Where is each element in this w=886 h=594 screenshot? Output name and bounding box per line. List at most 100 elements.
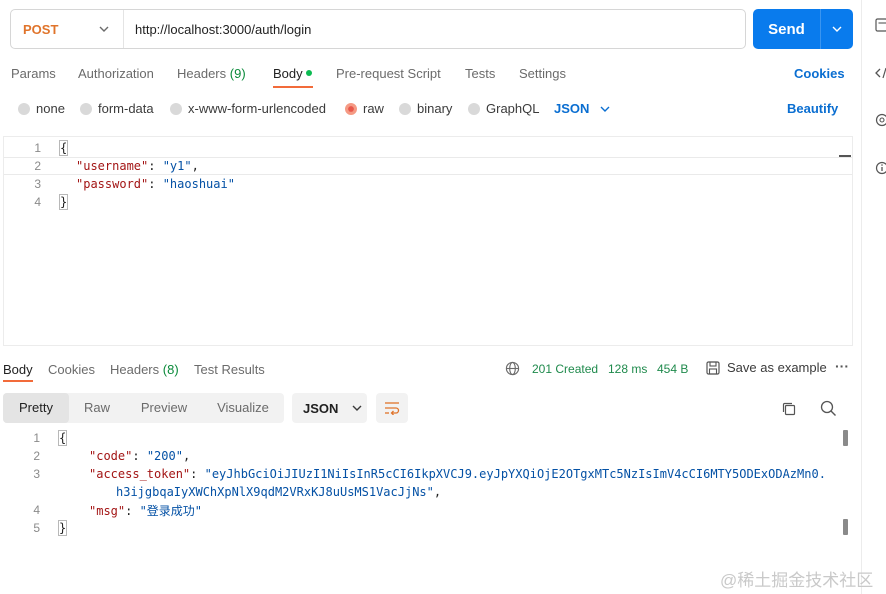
radio-label: binary bbox=[417, 101, 453, 116]
body-indicator-dot bbox=[305, 70, 312, 76]
tab-params[interactable]: Params bbox=[11, 66, 56, 81]
headers-count: (9) bbox=[229, 66, 246, 81]
info-icon[interactable] bbox=[875, 161, 886, 175]
send-options-button[interactable] bbox=[820, 9, 853, 49]
tab-label: Headers bbox=[110, 362, 160, 377]
tab-pre-request-script[interactable]: Pre-request Script bbox=[336, 66, 441, 81]
json-value: "haoshuai" bbox=[162, 177, 235, 191]
response-format-select[interactable]: JSON bbox=[292, 393, 367, 423]
save-as-example-button[interactable]: Save as example bbox=[706, 360, 827, 375]
more-options-icon[interactable]: ··· bbox=[835, 358, 849, 374]
line-number: 4 bbox=[34, 195, 41, 209]
json-value: "y1" bbox=[162, 159, 192, 173]
beautify-button[interactable]: Beautify bbox=[787, 101, 838, 116]
tab-authorization[interactable]: Authorization bbox=[78, 66, 154, 81]
active-tab-indicator bbox=[273, 86, 313, 88]
copy-icon[interactable] bbox=[781, 401, 797, 417]
code-text: h3ijgbqaIyXWChXpNlX9qdM2VRxKJ8uUsMS1VacJ… bbox=[116, 485, 442, 499]
cookies-link[interactable]: Cookies bbox=[794, 66, 845, 81]
radio-circle bbox=[18, 102, 30, 115]
radio-binary[interactable]: binary bbox=[399, 101, 452, 116]
status-code[interactable]: 201 Created bbox=[532, 362, 598, 376]
code-text: { bbox=[57, 430, 68, 446]
radio-raw[interactable]: raw bbox=[345, 101, 384, 116]
line-number: 1 bbox=[34, 141, 41, 155]
view-pretty[interactable]: Pretty bbox=[3, 393, 69, 423]
tab-label: Authorization bbox=[78, 66, 154, 81]
radio-form-data[interactable]: form-data bbox=[80, 101, 154, 116]
request-body-editor[interactable]: 1 { 2 "username": "y1", 3 "password": "h… bbox=[3, 136, 853, 346]
resp-tab-cookies[interactable]: Cookies bbox=[48, 362, 95, 377]
url-input[interactable] bbox=[124, 10, 745, 48]
line-number: 2 bbox=[34, 159, 41, 173]
tab-headers[interactable]: Headers (9) bbox=[177, 66, 246, 81]
tab-label: Settings bbox=[519, 66, 566, 81]
code-text: "username": "y1", bbox=[76, 159, 199, 173]
code-text: { bbox=[58, 140, 69, 156]
json-key: "msg" bbox=[89, 503, 126, 518]
json-value: "登录成功" bbox=[139, 503, 203, 518]
tab-settings[interactable]: Settings bbox=[519, 66, 566, 81]
tab-label: Params bbox=[11, 66, 56, 81]
radio-label: form-data bbox=[98, 101, 154, 116]
watermark: @稀土掘金技术社区 bbox=[720, 571, 874, 590]
globe-icon[interactable] bbox=[505, 361, 520, 376]
scrollbar-thumb[interactable] bbox=[843, 430, 848, 446]
view-visualize[interactable]: Visualize bbox=[207, 393, 279, 423]
view-raw[interactable]: Raw bbox=[73, 393, 121, 423]
json-key: "password" bbox=[76, 177, 149, 191]
json-value: "eyJhbGciOiJIUzI1NiIsInR5cCI6IkpXVCJ9.ey… bbox=[204, 467, 826, 481]
line-number: 2 bbox=[33, 449, 40, 463]
view-preview[interactable]: Preview bbox=[129, 393, 199, 423]
line-number: 3 bbox=[34, 177, 41, 191]
resp-tab-body[interactable]: Body bbox=[3, 362, 33, 377]
radio-label: raw bbox=[363, 101, 384, 116]
tab-label: Pre-request Script bbox=[336, 66, 441, 81]
code-line: 3 "access_token": "eyJhbGciOiJIUzI1NiIsI… bbox=[3, 465, 853, 483]
request-tabs: Params Authorization Headers (9) Body Pr… bbox=[0, 58, 860, 88]
code-icon[interactable] bbox=[875, 66, 886, 80]
method-select[interactable]: POST bbox=[11, 10, 124, 48]
radio-none[interactable]: none bbox=[18, 101, 65, 116]
line-number: 4 bbox=[33, 503, 40, 517]
scrollbar-thumb[interactable] bbox=[843, 519, 848, 535]
save-icon bbox=[706, 360, 720, 375]
radio-circle bbox=[80, 102, 92, 115]
send-button[interactable]: Send bbox=[753, 9, 853, 49]
documentation-icon[interactable] bbox=[875, 18, 886, 32]
response-time[interactable]: 128 ms bbox=[608, 362, 647, 376]
tab-label: Tests bbox=[465, 66, 496, 81]
tab-body[interactable]: Body bbox=[273, 66, 312, 81]
radio-x-www-form-urlencoded[interactable]: x-www-form-urlencoded bbox=[170, 101, 326, 116]
resp-tab-headers[interactable]: Headers (8) bbox=[110, 362, 179, 377]
radio-graphql[interactable]: GraphQL bbox=[468, 101, 539, 116]
radio-label: none bbox=[36, 101, 65, 116]
tab-label: Body bbox=[273, 66, 303, 81]
chevron-down-icon bbox=[352, 405, 362, 411]
comments-icon[interactable] bbox=[875, 113, 886, 127]
json-key: "access_token" bbox=[89, 467, 191, 481]
code-line: 4 "msg": "登录成功" bbox=[3, 501, 853, 519]
code-line: 2 "code": "200", bbox=[3, 447, 853, 465]
radio-circle bbox=[170, 102, 182, 115]
response-body-viewer[interactable]: 1 { 2 "code": "200", 3 "access_token": "… bbox=[3, 428, 853, 544]
line-number: 5 bbox=[33, 521, 40, 535]
code-text: "code": "200", bbox=[89, 449, 191, 463]
chevron-down-icon bbox=[600, 106, 610, 112]
response-format-label: JSON bbox=[303, 400, 339, 416]
wrap-lines-button[interactable] bbox=[376, 393, 408, 423]
tab-tests[interactable]: Tests bbox=[465, 66, 495, 81]
search-icon[interactable] bbox=[820, 400, 837, 417]
radio-label: GraphQL bbox=[486, 101, 540, 116]
radio-circle bbox=[468, 102, 480, 115]
json-key: "code" bbox=[89, 449, 133, 463]
radio-label: x-www-form-urlencoded bbox=[188, 101, 326, 116]
json-value-continued: h3ijgbqaIyXWChXpNlX9qdM2VRxKJ8uUsMS1VacJ… bbox=[116, 485, 434, 499]
response-size[interactable]: 454 B bbox=[657, 362, 688, 376]
send-label: Send bbox=[768, 20, 805, 38]
body-format-select[interactable]: JSON bbox=[554, 101, 610, 116]
resp-tab-test-results[interactable]: Test Results bbox=[194, 362, 265, 377]
active-tab-indicator bbox=[3, 380, 33, 382]
code-line: 4 } bbox=[4, 193, 852, 211]
tab-label: Headers bbox=[177, 66, 227, 81]
